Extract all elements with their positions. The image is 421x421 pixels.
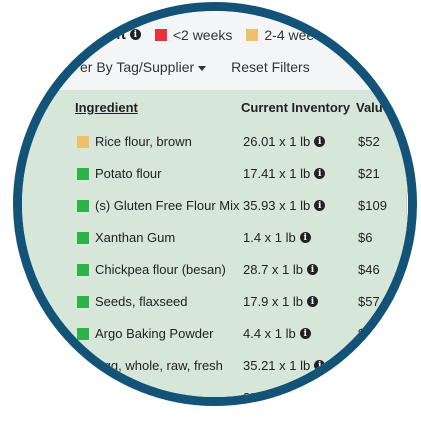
inventory-value: $46 — [358, 262, 380, 277]
status-square — [77, 328, 89, 340]
ingredient-name[interactable]: salted — [95, 390, 130, 397]
inventory-value: $21 — [358, 166, 380, 181]
inventory-panel: ry Left i <2 weeks 2-4 wee er By Tag/Sup… — [22, 11, 408, 405]
inventory-value: $52 — [358, 134, 380, 149]
status-square — [77, 200, 89, 212]
inventory-quantity: 28.7 x 1 lb i — [243, 262, 318, 277]
count-input[interactable]: 0 — [406, 257, 408, 281]
status-square — [77, 360, 89, 372]
ingredient-name[interactable]: Chickpea flour (besan) — [95, 262, 226, 277]
count-input[interactable]: 0 — [406, 289, 408, 313]
ingredient-name[interactable]: Rice flour, brown — [95, 134, 192, 149]
ingredient-name[interactable]: Argo Baking Powder — [95, 326, 214, 341]
legend: ry Left i <2 weeks 2-4 wee — [80, 26, 314, 43]
column-header-value: Value — [356, 100, 390, 115]
status-square — [77, 136, 89, 148]
filters-bar: er By Tag/Supplier Reset Filters — [80, 59, 310, 75]
legend-title: ry Left — [80, 26, 126, 43]
inventory-quantity: 35.93 x 1 lb i — [243, 198, 326, 213]
reset-filters-button[interactable]: Reset Filters — [231, 59, 310, 75]
inventory-value: $109 — [358, 198, 387, 213]
inventory-quantity: 4.4 x 1 lb i — [243, 326, 311, 341]
red-swatch — [154, 28, 167, 41]
inventory-value: $57 — [358, 294, 380, 309]
table-row: Xanthan Gum 1.4 x 1 lbi $6 0 — [22, 222, 408, 254]
legend-label-yellow: 2-4 wee — [264, 26, 315, 43]
info-icon[interactable]: i — [307, 264, 318, 275]
info-icon[interactable]: i — [314, 136, 326, 147]
quantity-text: 35.21 x 1 lb — [243, 358, 311, 373]
table-row: Potato flour 17.41 x 1 lbi $21 0 — [22, 158, 408, 190]
count-input[interactable]: 0 — [406, 225, 408, 249]
legend-label-red: <2 weeks — [172, 26, 233, 43]
inventory-value: $6 — [358, 230, 373, 245]
table-header: Ingredient Current Inventory Value — [22, 100, 408, 120]
count-input[interactable]: 0 — [406, 321, 408, 345]
status-square — [77, 264, 89, 276]
column-header-ingredient[interactable]: Ingredient — [75, 100, 138, 115]
quantity-text: 17.41 x 1 lb — [243, 166, 311, 181]
quantity-text: 35.93 x 1 lb — [243, 198, 311, 213]
table-row: Chickpea flour (besan) 28.7 x 1 lb i $46 0 — [22, 254, 408, 286]
count-input[interactable]: 0 — [406, 161, 408, 185]
filter-by-label: er By Tag/Supplier — [80, 59, 195, 75]
inventory-quantity: 35.21 x 1 lb i — [243, 358, 326, 373]
table-row: Rice flour, brown 26.01 x 1 lbi $52 0 — [22, 126, 408, 158]
info-icon[interactable]: i — [129, 29, 141, 40]
info-icon[interactable]: i — [314, 360, 326, 371]
status-square — [77, 168, 89, 180]
table-row: salted 85.43 x 1 lb i — [22, 382, 408, 405]
inventory-value: $1 — [358, 326, 373, 341]
info-icon[interactable]: i — [307, 296, 318, 307]
inventory-quantity: 17.9 x 1 lb i — [243, 294, 318, 309]
count-input[interactable]: 0 — [406, 193, 408, 217]
inventory-value: $5 — [358, 358, 373, 373]
inventory-quantity: 1.4 x 1 lb i — [243, 230, 311, 245]
count-input[interactable] — [406, 385, 408, 397]
ingredient-name[interactable]: (s) Gluten Free Flour Mix — [95, 198, 239, 213]
caret-down-icon — [198, 65, 207, 71]
inventory-quantity: 26.01 x 1 lb i — [243, 134, 326, 149]
magnified-view: ry Left i <2 weeks 2-4 wee er By Tag/Sup… — [13, 2, 417, 406]
quantity-text: 28.7 x 1 lb — [243, 262, 303, 277]
status-square — [77, 296, 89, 308]
inventory-quantity: 85.43 x 1 lb i — [243, 390, 326, 405]
filter-by-dropdown[interactable]: er By Tag/Supplier — [80, 59, 207, 75]
info-icon[interactable]: i — [299, 328, 311, 339]
header-bar: ry Left i <2 weeks 2-4 wee er By Tag/Sup… — [22, 11, 408, 90]
info-icon[interactable]: i — [314, 200, 326, 211]
ingredient-name[interactable]: Egg, whole, raw, fresh — [95, 358, 223, 373]
ingredient-name[interactable]: Potato flour — [95, 166, 162, 181]
inventory-quantity: 17.41 x 1 lb i — [243, 166, 326, 181]
quantity-text: 85.43 x 1 lb — [243, 390, 311, 405]
status-square — [77, 392, 89, 397]
column-header-inventory: Current Inventory — [241, 100, 351, 115]
table-row: (s) Gluten Free Flour Mix 35.93 x 1 lb i $1… — [22, 190, 408, 222]
table-row: Argo Baking Powder 4.4 x 1 lbi $1 0 — [22, 318, 408, 350]
quantity-text: 26.01 x 1 lb — [243, 134, 311, 149]
quantity-text: 1.4 x 1 lb — [243, 230, 296, 245]
table-row: Egg, whole, raw, fresh 35.21 x 1 lb i $5 — [22, 350, 408, 382]
info-icon[interactable]: i — [314, 168, 326, 179]
status-square — [77, 232, 89, 244]
ingredient-name[interactable]: Xanthan Gum — [95, 230, 175, 245]
info-icon[interactable]: i — [314, 392, 326, 397]
info-icon[interactable]: i — [299, 232, 311, 243]
count-input[interactable]: 0 — [406, 129, 408, 153]
yellow-swatch — [246, 28, 259, 41]
count-input[interactable] — [406, 353, 408, 377]
ingredient-name[interactable]: Seeds, flaxseed — [95, 294, 188, 309]
table-row: Seeds, flaxseed 17.9 x 1 lb i $57 0 — [22, 286, 408, 318]
quantity-text: 4.4 x 1 lb — [243, 326, 296, 341]
quantity-text: 17.9 x 1 lb — [243, 294, 303, 309]
